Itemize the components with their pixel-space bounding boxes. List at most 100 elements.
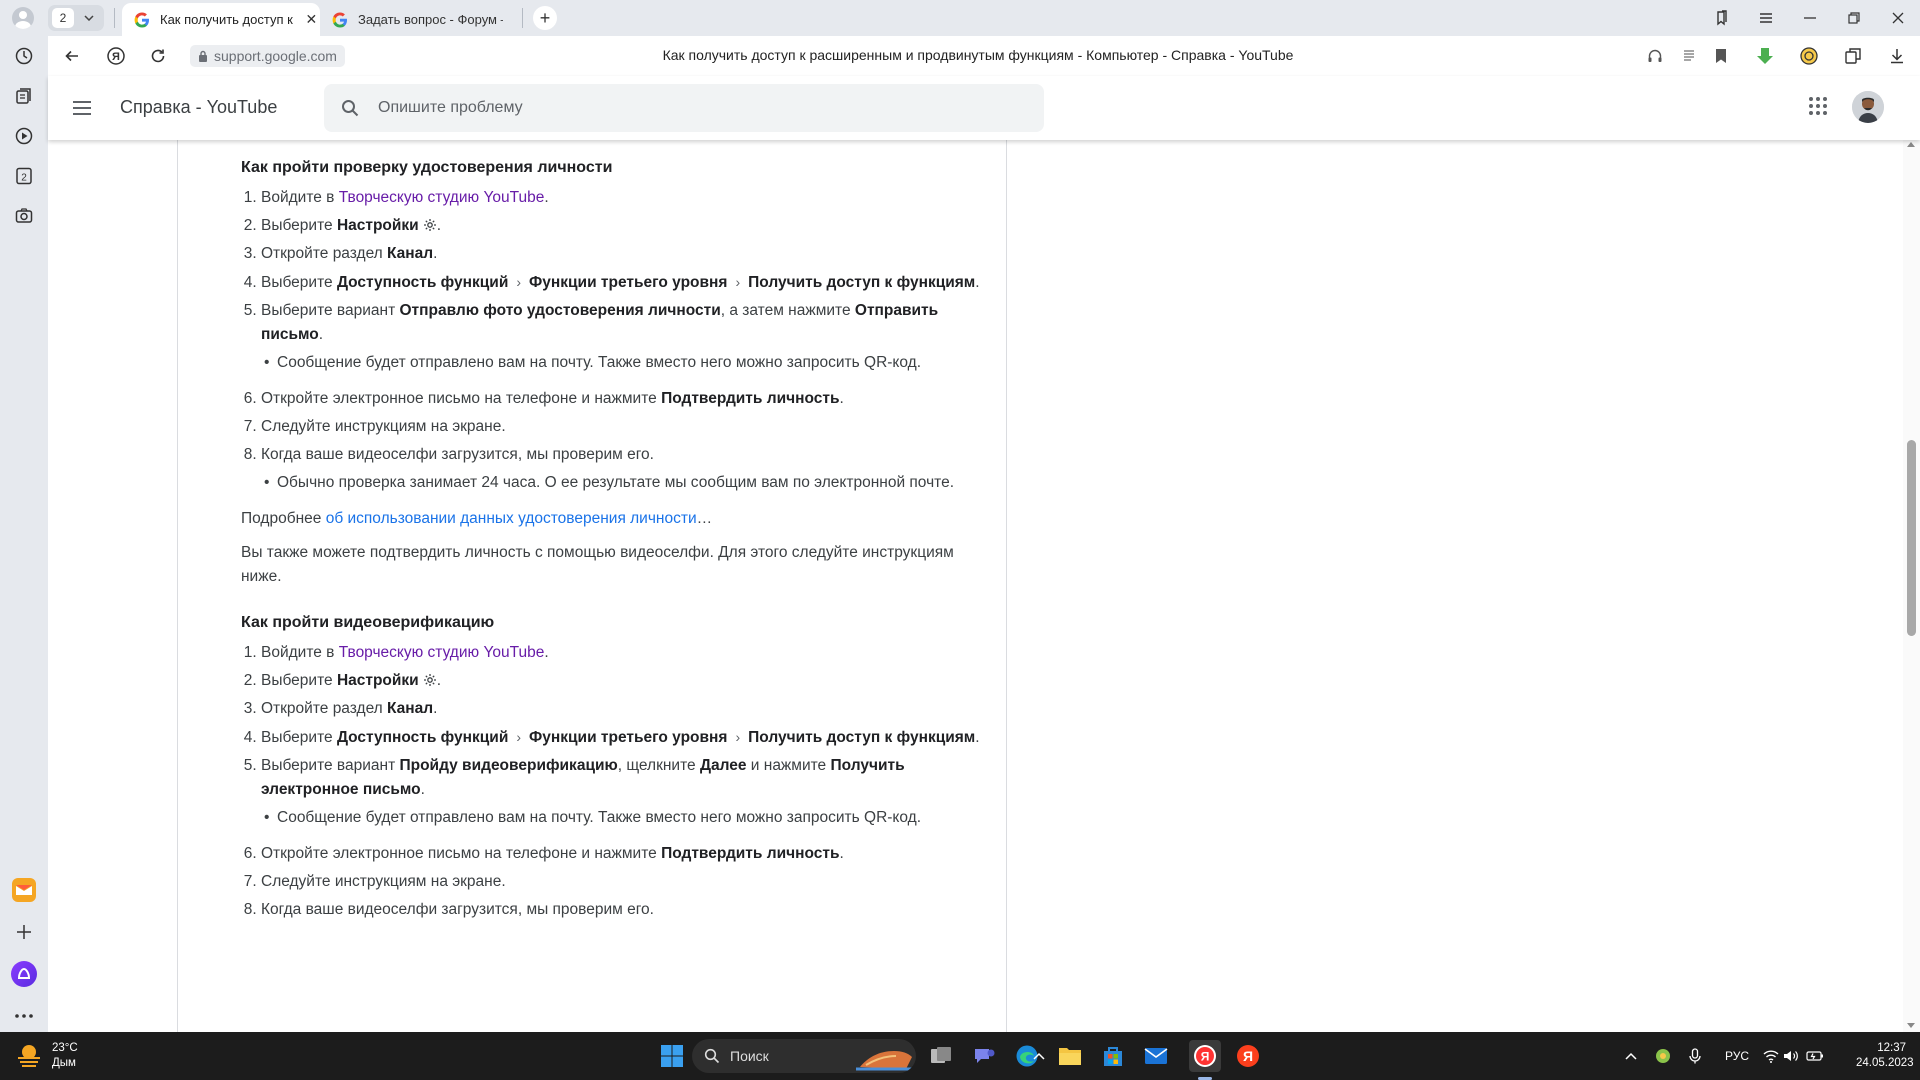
- step-text: Откройте электронное письмо на телефоне …: [261, 390, 662, 407]
- bookmark-icon[interactable]: [1710, 45, 1732, 67]
- step-text: .: [433, 700, 438, 717]
- headphones-icon[interactable]: [1644, 45, 1666, 67]
- settings-gear-icon: [423, 219, 436, 231]
- step-bold: Подтвердить личность: [661, 845, 840, 862]
- studio-link[interactable]: Творческую студию YouTube: [339, 189, 545, 206]
- help-search-box[interactable]: [324, 84, 1044, 132]
- clock-time: 12:37: [1877, 1042, 1906, 1054]
- address-page-title[interactable]: Как получить доступ к расширенным и прод…: [428, 47, 1528, 63]
- apps-grid-icon[interactable]: [1808, 96, 1832, 120]
- step-text: .: [839, 845, 844, 862]
- system-clock[interactable]: 12:37 24.05.2023: [1856, 1041, 1914, 1071]
- scrollbar-thumb[interactable]: [1907, 440, 1916, 636]
- id-data-link[interactable]: об использовании данных удостоверения ли…: [326, 510, 697, 527]
- list-item: Выберите Настройки.: [261, 669, 993, 693]
- collections-icon[interactable]: [10, 82, 38, 110]
- close-window-icon[interactable]: [1876, 0, 1920, 36]
- microphone-icon[interactable]: [1686, 1047, 1704, 1065]
- download-icon[interactable]: [1886, 45, 1908, 67]
- studio-link[interactable]: Творческую студию YouTube: [339, 644, 545, 661]
- step-bold: Отправлю фото удостоверения личности: [399, 302, 721, 319]
- list-item: Выберите вариант Отправлю фото удостовер…: [261, 299, 993, 375]
- restore-icon[interactable]: [1832, 0, 1876, 36]
- taskbar-search[interactable]: Поиск: [692, 1039, 916, 1073]
- volume-icon[interactable]: [1782, 1047, 1800, 1065]
- yandex-icon[interactable]: Я: [104, 44, 128, 68]
- step-text: Выберите вариант: [261, 302, 400, 319]
- step-bold: Получить доступ к функциям: [748, 274, 976, 291]
- scroll-up-arrow-icon[interactable]: [1907, 142, 1915, 147]
- scroll-down-arrow-icon[interactable]: [1907, 1023, 1915, 1028]
- step-text: .: [544, 189, 549, 206]
- url-display[interactable]: support.google.com: [190, 45, 345, 67]
- more-icon[interactable]: [10, 1002, 38, 1030]
- tab-title: Как получить доступ к: [160, 12, 293, 27]
- file-explorer-icon[interactable]: [1054, 1040, 1086, 1072]
- windows-start-icon[interactable]: [656, 1040, 688, 1072]
- chevron-down-icon[interactable]: [80, 9, 98, 27]
- tab-active[interactable]: Как получить доступ к ✕: [122, 3, 320, 36]
- step-text: .: [436, 217, 442, 234]
- tray-app-icon[interactable]: [1654, 1047, 1672, 1065]
- search-highlight-image: [856, 1051, 912, 1071]
- list-item: Выберите Доступность функций › Функции тре…: [261, 270, 993, 295]
- section-heading-video-verification: Как пройти видеоверификацию: [241, 614, 495, 631]
- chevron-right-icon: ›: [516, 274, 522, 290]
- search-input[interactable]: [378, 99, 978, 117]
- profile-icon: [12, 7, 34, 29]
- video-icon[interactable]: [10, 122, 38, 150]
- profile-button[interactable]: [8, 5, 38, 31]
- tab-group-switcher[interactable]: 2: [48, 5, 104, 31]
- page-scrollbar[interactable]: [1903, 140, 1920, 1032]
- battery-icon[interactable]: [1806, 1047, 1824, 1065]
- chevron-up-icon[interactable]: [1622, 1047, 1640, 1065]
- tabs-count-icon[interactable]: 2: [10, 162, 38, 190]
- teams-chat-icon[interactable]: [968, 1040, 1000, 1072]
- step-text: Выберите: [261, 274, 337, 291]
- step-bold: Подтвердить личность: [661, 390, 840, 407]
- tab-inactive[interactable]: Задать вопрос - Форум –: [320, 3, 516, 36]
- menu-icon[interactable]: [1744, 0, 1788, 36]
- steps-list-id: Войдите в Творческую студию YouTube. Выб…: [241, 186, 993, 495]
- download-arrow-green-icon[interactable]: [1754, 45, 1776, 67]
- history-icon[interactable]: [10, 42, 38, 70]
- task-view-icon[interactable]: [925, 1040, 957, 1072]
- microsoft-store-icon[interactable]: [1097, 1040, 1129, 1072]
- reload-icon[interactable]: [146, 44, 170, 68]
- hamburger-menu-icon[interactable]: [70, 96, 94, 120]
- reader-icon[interactable]: [1678, 45, 1700, 67]
- extensions-icon[interactable]: [1842, 45, 1864, 67]
- product-name[interactable]: Справка - YouTube: [120, 97, 277, 118]
- mail-icon[interactable]: [10, 876, 38, 904]
- sub-list: Сообщение будет отправлено вам на почту.…: [261, 351, 993, 375]
- tab-count-badge[interactable]: 2: [52, 8, 74, 28]
- wifi-icon[interactable]: [1762, 1047, 1780, 1065]
- new-tab-button[interactable]: +: [533, 6, 557, 30]
- language-indicator[interactable]: РУС: [1720, 1047, 1754, 1065]
- yandex-app-icon[interactable]: Я: [1232, 1040, 1264, 1072]
- plus-icon[interactable]: [10, 918, 38, 946]
- taskbar-search-label: Поиск: [730, 1048, 769, 1064]
- clock-date: 24.05.2023: [1856, 1057, 1914, 1069]
- bookmarks-icon[interactable]: [1700, 0, 1744, 36]
- close-icon[interactable]: ✕: [303, 11, 320, 29]
- step-text: .: [433, 245, 438, 262]
- step-bold: Функции третьего уровня: [529, 274, 728, 291]
- step-bold: Канал: [387, 700, 434, 717]
- weather-widget[interactable]: 23°C Дым: [14, 1039, 78, 1073]
- step-bold: Настройки: [336, 672, 419, 689]
- paragraph-text: …: [696, 510, 713, 527]
- avatar[interactable]: [1852, 91, 1884, 123]
- back-icon[interactable]: [60, 44, 84, 68]
- minimize-icon[interactable]: [1788, 0, 1832, 36]
- screenshot-icon[interactable]: [10, 202, 38, 230]
- chevron-up-icon[interactable]: [1030, 1047, 1048, 1065]
- search-icon: [338, 96, 362, 120]
- list-item: Выберите Доступность функций › Функции тре…: [261, 725, 993, 750]
- yandex-browser-taskbar-icon[interactable]: Я: [1189, 1040, 1221, 1072]
- url-domain: support.google.com: [214, 48, 337, 64]
- extension-coin-icon[interactable]: [1798, 45, 1820, 67]
- mail-app-icon[interactable]: [1140, 1040, 1172, 1072]
- page-content: Как пройти проверку удостоверения личнос…: [48, 140, 1903, 1032]
- alice-icon[interactable]: [10, 960, 38, 988]
